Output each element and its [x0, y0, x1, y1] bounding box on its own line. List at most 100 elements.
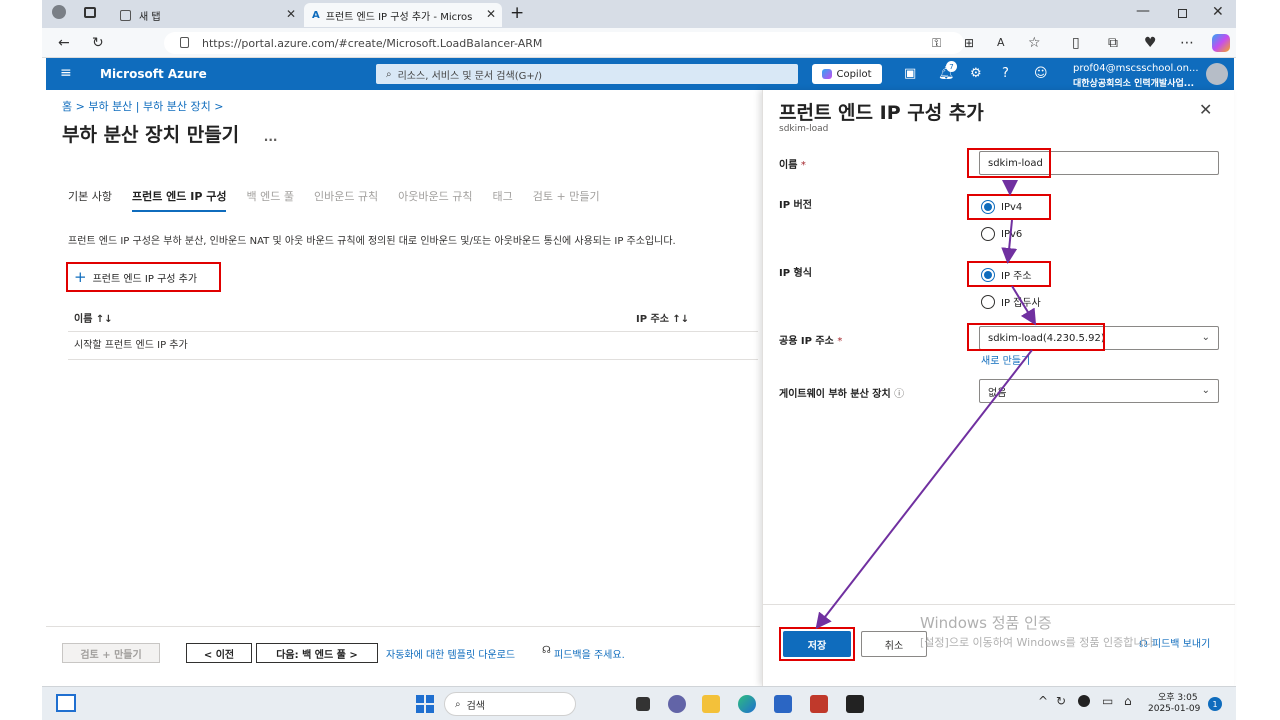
back-icon[interactable]: ←: [58, 34, 70, 52]
notification-badge[interactable]: 1: [1208, 697, 1222, 711]
cancel-button[interactable]: 취소: [861, 631, 927, 657]
new-tab-plus-icon[interactable]: +: [510, 3, 524, 23]
global-search-input[interactable]: ⌕ 리소스, 서비스 및 문서 검색(G+/): [376, 64, 798, 84]
tab-inbound-rules[interactable]: 인바운드 규칙: [314, 188, 378, 212]
copilot-button[interactable]: Copilot: [812, 64, 882, 84]
copilot-sidebar-icon[interactable]: [1212, 34, 1230, 52]
url-field[interactable]: https://portal.azure.com/#create/Microso…: [164, 32, 964, 54]
collections-icon[interactable]: ⧉: [1108, 34, 1118, 52]
highlight-ip-address: [967, 261, 1051, 287]
windows-taskbar: ⌕ 검색 ^ ↻ ▭ ⌂ 오후 3:05 2025-01-09 1: [42, 686, 1236, 720]
plus-icon: +: [74, 268, 87, 286]
address-bar-row: ← ↻ https://portal.azure.com/#create/Mic…: [42, 28, 1236, 58]
tab-review-create[interactable]: 검토 + 만들기: [533, 188, 600, 212]
page-title-text: 부하 분산 장치 만들기: [62, 124, 240, 146]
tab-backend-pool[interactable]: 백 엔드 풀: [246, 188, 293, 212]
radio-circle[interactable]: [981, 227, 995, 241]
restore-icon[interactable]: [1178, 9, 1187, 18]
empty-table-message: 시작할 프런트 엔드 IP 추가: [74, 340, 188, 351]
more-options-icon[interactable]: ...: [264, 130, 278, 144]
previous-button[interactable]: < 이전: [186, 643, 252, 663]
user-email[interactable]: prof04@mscsschool.on...: [1073, 63, 1199, 74]
breadcrumb[interactable]: 홈 > 부하 분산 | 부하 분산 장치 >: [62, 98, 223, 114]
download-template-link[interactable]: 자동화에 대한 템플릿 다운로드: [386, 646, 515, 661]
column-ip-header[interactable]: IP 주소 ↑↓: [636, 310, 689, 325]
apps-icon[interactable]: ⊞: [964, 34, 974, 52]
radio-circle[interactable]: [981, 294, 995, 309]
clock-time[interactable]: 오후 3:05: [1158, 690, 1198, 703]
store-icon[interactable]: [774, 695, 792, 713]
help-icon[interactable]: ?: [1002, 66, 1009, 81]
minimize-icon[interactable]: —: [1136, 3, 1150, 19]
azure-top-bar: ≡ Microsoft Azure ⌕ 리소스, 서비스 및 문서 검색(G+/…: [46, 58, 1234, 90]
wizard-tabs: 기본 사항 프런트 엔드 IP 구성 백 엔드 풀 인바운드 규칙 아웃바운드 …: [68, 188, 600, 212]
task-view-icon[interactable]: [636, 697, 650, 711]
tab-basics[interactable]: 기본 사항: [68, 188, 112, 212]
favorite-icon[interactable]: ☆: [1028, 34, 1041, 52]
close-window-icon[interactable]: ✕: [1212, 4, 1224, 20]
network-icon[interactable]: ⌂: [1124, 694, 1132, 708]
new-tab-icon: [120, 9, 131, 21]
browser-tab-bar: 새 탭 ✕ A 프런트 엔드 IP 구성 추가 - Micros ✕ + — ✕: [42, 0, 1236, 28]
tray-chevron-icon[interactable]: ^: [1038, 694, 1048, 708]
notification-count-badge: 7: [946, 61, 957, 72]
highlight-name: [967, 148, 1051, 178]
sync-icon[interactable]: ↻: [1056, 694, 1066, 708]
terminal-icon[interactable]: [846, 695, 864, 713]
tab-new-tab[interactable]: 새 탭 ✕: [112, 3, 302, 27]
add-frontend-ip-label: 프런트 엔드 IP 구성 추가: [92, 273, 198, 285]
file-explorer-icon[interactable]: [702, 695, 720, 713]
clock-date[interactable]: 2025-01-09: [1148, 704, 1200, 714]
gateway-lb-dropdown[interactable]: 없음 ⌄: [979, 379, 1219, 403]
settings-gear-icon[interactable]: ⚙: [970, 66, 982, 81]
create-new-link[interactable]: 새로 만들기: [981, 352, 1030, 367]
radio-ipv6[interactable]: IPv6: [981, 227, 1022, 241]
edge-icon[interactable]: [738, 695, 756, 713]
more-menu-icon[interactable]: ⋯: [1180, 34, 1194, 52]
review-create-button[interactable]: 검토 + 만들기: [62, 643, 160, 663]
error-icon[interactable]: [1078, 695, 1090, 707]
cloud-shell-icon[interactable]: ▣: [904, 66, 916, 81]
search-icon: ⌕: [386, 68, 392, 80]
close-icon[interactable]: ✕: [486, 7, 496, 21]
radio-ip-prefix[interactable]: IP 접두사: [981, 294, 1041, 309]
avatar[interactable]: [1206, 63, 1228, 85]
next-button[interactable]: 다음: 백 엔드 풀 >: [256, 643, 378, 663]
key-icon[interactable]: ⚿: [932, 34, 941, 52]
tab-frontend-ip[interactable]: 프런트 엔드 IP 구성: [131, 188, 227, 212]
column-name-header[interactable]: 이름 ↑↓: [74, 310, 113, 325]
tab-outbound-rules[interactable]: 아웃바운드 규칙: [398, 188, 472, 212]
azure-logo-icon: A: [312, 9, 320, 21]
taskbar-search[interactable]: ⌕ 검색: [444, 692, 576, 716]
ip-version-label: IP 버전: [779, 200, 812, 211]
app-icon[interactable]: [810, 695, 828, 713]
info-icon[interactable]: ⓘ: [894, 389, 904, 400]
tab-active[interactable]: A 프런트 엔드 IP 구성 추가 - Micros ✕: [304, 3, 502, 27]
read-aloud-icon[interactable]: A: [997, 34, 1005, 52]
site-info-icon[interactable]: [180, 37, 189, 48]
public-ip-label: 공용 IP 주소 *: [779, 336, 843, 347]
refresh-icon[interactable]: ↻: [92, 34, 104, 52]
hamburger-menu-icon[interactable]: ≡: [60, 65, 72, 81]
search-icon: ⌕: [455, 698, 461, 710]
tab-actions-icon[interactable]: [84, 7, 96, 18]
tab-tags[interactable]: 태그: [493, 188, 513, 212]
add-frontend-ip-button[interactable]: + 프런트 엔드 IP 구성 추가: [66, 262, 221, 292]
monitor-icon[interactable]: ▭: [1102, 694, 1113, 708]
tab-label: 프런트 엔드 IP 구성 추가 - Micros: [325, 11, 473, 23]
teams-icon[interactable]: [668, 695, 686, 713]
feedback-icon[interactable]: ☺: [1034, 66, 1048, 81]
azure-brand[interactable]: Microsoft Azure: [100, 67, 207, 81]
close-icon[interactable]: ✕: [286, 7, 296, 21]
chevron-down-icon: ⌄: [1201, 385, 1210, 396]
wizard-footer: 검토 + 만들기 < 이전 다음: 백 엔드 풀 > 자동화에 대한 템플릿 다…: [46, 626, 760, 686]
feedback-small-icon: ☊: [542, 645, 551, 656]
extensions-icon[interactable]: ♥: [1144, 34, 1157, 52]
start-windows-icon[interactable]: [416, 695, 434, 713]
give-feedback-link[interactable]: 피드백을 주세요.: [554, 646, 625, 661]
profile-icon[interactable]: [52, 5, 66, 19]
user-org[interactable]: 대한상공회의소 인력개발사업...: [1073, 76, 1194, 89]
close-icon[interactable]: ✕: [1199, 100, 1212, 119]
split-screen-icon[interactable]: ▯: [1072, 34, 1080, 52]
widgets-icon[interactable]: [56, 694, 76, 712]
